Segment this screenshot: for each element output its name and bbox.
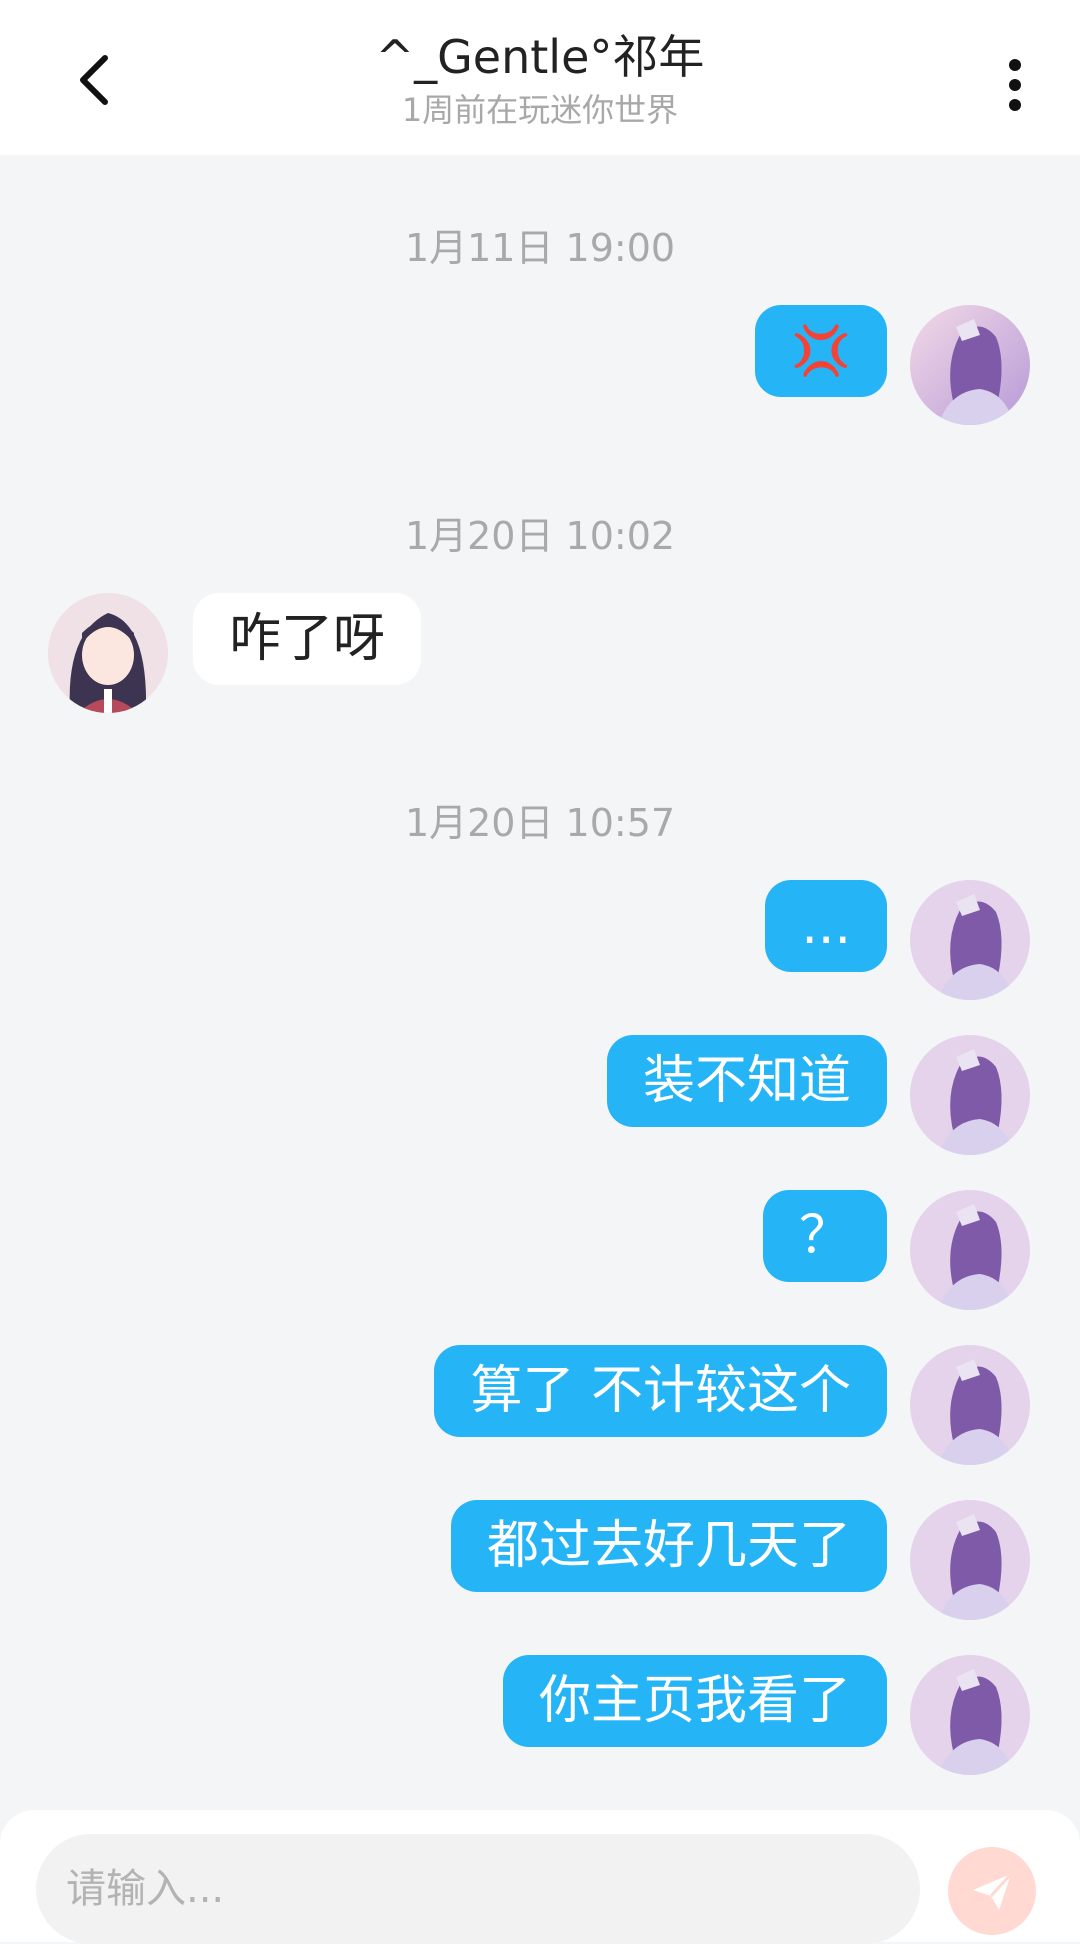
avatar-self[interactable] [910,1035,1030,1155]
timestamp: 1月20日 10:02 [404,514,676,558]
timestamp: 1月20日 10:57 [404,801,676,845]
message-bubble-out[interactable]: ？ [762,1190,887,1282]
avatar-self-image [910,1035,1030,1155]
message-list[interactable]: 1月11日 19:00 💢 1月20日 10:02 咋了呀 1月20日 10:5… [0,155,1080,1810]
back-button[interactable] [60,40,130,120]
message-bubble-out[interactable]: 算了 不计较这个 [434,1345,887,1437]
message-bubble-out[interactable]: 💢 [755,305,887,397]
chat-header: ^_Gentle°祁年 1周前在玩迷你世界 [0,0,1080,155]
avatar-contact-image [48,593,168,713]
message-bubble-out[interactable]: ... [765,880,887,972]
message-bubble-out[interactable]: 你主页我看了 [502,1655,887,1747]
more-vertical-icon [1009,59,1021,111]
avatar-self-image [910,1500,1030,1620]
message-input[interactable] [36,1834,920,1944]
avatar-contact[interactable] [48,593,168,713]
avatar-self[interactable] [910,880,1030,1000]
avatar-self-image [910,1190,1030,1310]
avatar-self-image [910,1655,1030,1775]
contact-name: ^_Gentle°祁年 [375,30,705,84]
send-button[interactable] [948,1847,1036,1935]
avatar-self[interactable] [910,1345,1030,1465]
message-bubble-in[interactable]: 咋了呀 [193,593,422,685]
avatar-self-image [910,880,1030,1000]
avatar-self[interactable] [910,1190,1030,1310]
more-button[interactable] [985,45,1045,125]
title-area: ^_Gentle°祁年 1周前在玩迷你世界 [200,22,880,132]
composer [0,1810,1080,1944]
contact-status: 1周前在玩迷你世界 [401,91,679,129]
avatar-self[interactable] [910,305,1030,425]
avatar-self-image [910,1345,1030,1465]
message-bubble-out[interactable]: 装不知道 [606,1035,887,1127]
avatar-self[interactable] [910,1655,1030,1775]
avatar-self-image [910,305,1030,425]
timestamp: 1月11日 19:00 [404,226,676,270]
send-icon [973,1872,1013,1910]
message-bubble-out[interactable]: 都过去好几天了 [450,1500,887,1592]
avatar-self[interactable] [910,1500,1030,1620]
chevron-left-icon [80,55,108,105]
